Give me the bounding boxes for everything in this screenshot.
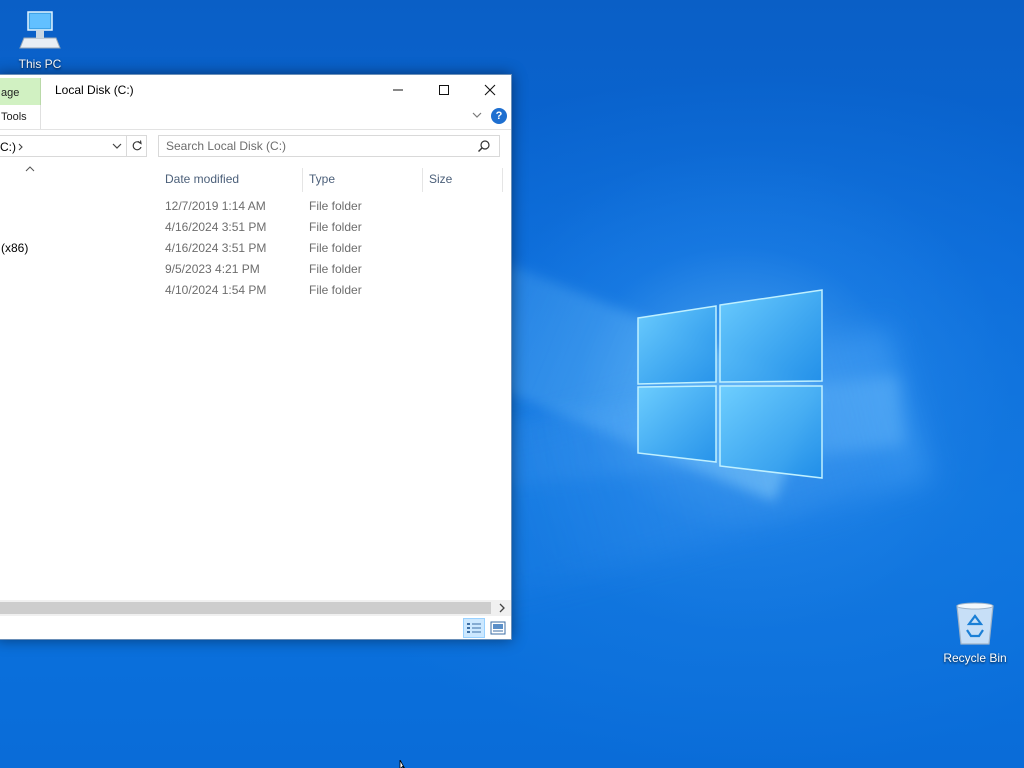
- tab-drive-tools[interactable]: Tools: [0, 105, 41, 129]
- refresh-button[interactable]: [127, 135, 147, 157]
- recycle-bin-label: Recycle Bin: [943, 651, 1007, 665]
- address-bar[interactable]: C:): [0, 135, 127, 157]
- file-date: 4/16/2024 3:51 PM: [165, 241, 267, 255]
- refresh-icon: [132, 140, 142, 151]
- minimize-icon: [393, 89, 403, 91]
- desktop-icon-this-pc[interactable]: This PC: [2, 8, 78, 71]
- file-explorer-window: age Local Disk (C:) Tools ? C:) Search L…: [0, 74, 512, 640]
- file-date: 4/10/2024 1:54 PM: [165, 283, 267, 297]
- windows-logo: [637, 289, 823, 479]
- file-name: (x86): [1, 241, 29, 255]
- file-type: File folder: [309, 199, 362, 213]
- title-bar[interactable]: age Local Disk (C:): [0, 75, 511, 106]
- file-date: 9/5/2023 4:21 PM: [165, 262, 260, 276]
- tab-manage[interactable]: age: [0, 78, 41, 106]
- file-row[interactable]: 4/16/2024 3:51 PM File folder: [0, 217, 511, 238]
- search-input[interactable]: Search Local Disk (C:): [158, 135, 500, 157]
- close-icon: [484, 84, 496, 96]
- file-type: File folder: [309, 262, 362, 276]
- file-row[interactable]: 9/5/2023 4:21 PM File folder: [0, 259, 511, 280]
- search-placeholder: Search Local Disk (C:): [166, 139, 287, 153]
- recycle-bin-icon: [956, 602, 994, 645]
- mouse-cursor-icon: [399, 760, 405, 768]
- column-headers: Date modified Type Size: [159, 168, 503, 192]
- sort-up-icon: [25, 166, 35, 172]
- address-row: C:) Search Local Disk (C:): [0, 130, 511, 162]
- address-path: C:): [0, 140, 16, 154]
- close-button[interactable]: [467, 75, 511, 105]
- chevron-down-icon[interactable]: [111, 139, 123, 153]
- help-button[interactable]: ?: [491, 108, 507, 124]
- file-list: Date modified Type Size 12/7/2019 1:14 A…: [0, 162, 511, 600]
- window-title: Local Disk (C:): [55, 83, 134, 97]
- details-view-button[interactable]: [463, 618, 485, 638]
- column-header-size[interactable]: Size: [423, 168, 503, 192]
- column-header-date-modified[interactable]: Date modified: [159, 168, 303, 192]
- desktop: This PC Recycle Bin age Local Disk (C:) …: [0, 0, 1024, 768]
- file-row[interactable]: 12/7/2019 1:14 AM File folder: [0, 196, 511, 217]
- file-type: File folder: [309, 241, 362, 255]
- large-icons-view-icon: [490, 621, 506, 635]
- details-view-icon: [467, 623, 481, 633]
- chevron-down-icon[interactable]: [471, 109, 483, 121]
- file-type: File folder: [309, 220, 362, 234]
- search-icon[interactable]: [477, 139, 491, 153]
- scrollbar-thumb[interactable]: [0, 602, 491, 614]
- this-pc-label: This PC: [18, 57, 62, 71]
- horizontal-scrollbar[interactable]: [0, 600, 511, 616]
- file-row[interactable]: (x86) 4/16/2024 3:51 PM File folder: [0, 238, 511, 259]
- desktop-icon-recycle-bin[interactable]: Recycle Bin: [937, 600, 1013, 665]
- ribbon: Tools ?: [0, 105, 511, 130]
- chevron-right-icon[interactable]: [16, 136, 26, 158]
- minimize-button[interactable]: [375, 75, 421, 105]
- file-date: 12/7/2019 1:14 AM: [165, 199, 266, 213]
- status-bar: [0, 616, 511, 639]
- file-row[interactable]: 4/10/2024 1:54 PM File folder: [0, 280, 511, 301]
- column-header-type[interactable]: Type: [303, 168, 423, 192]
- file-date: 4/16/2024 3:51 PM: [165, 220, 267, 234]
- computer-icon: [19, 11, 61, 49]
- chevron-right-icon[interactable]: [497, 602, 507, 614]
- file-type: File folder: [309, 283, 362, 297]
- maximize-icon: [439, 85, 449, 95]
- large-icons-view-button[interactable]: [487, 618, 509, 638]
- maximize-button[interactable]: [421, 75, 467, 105]
